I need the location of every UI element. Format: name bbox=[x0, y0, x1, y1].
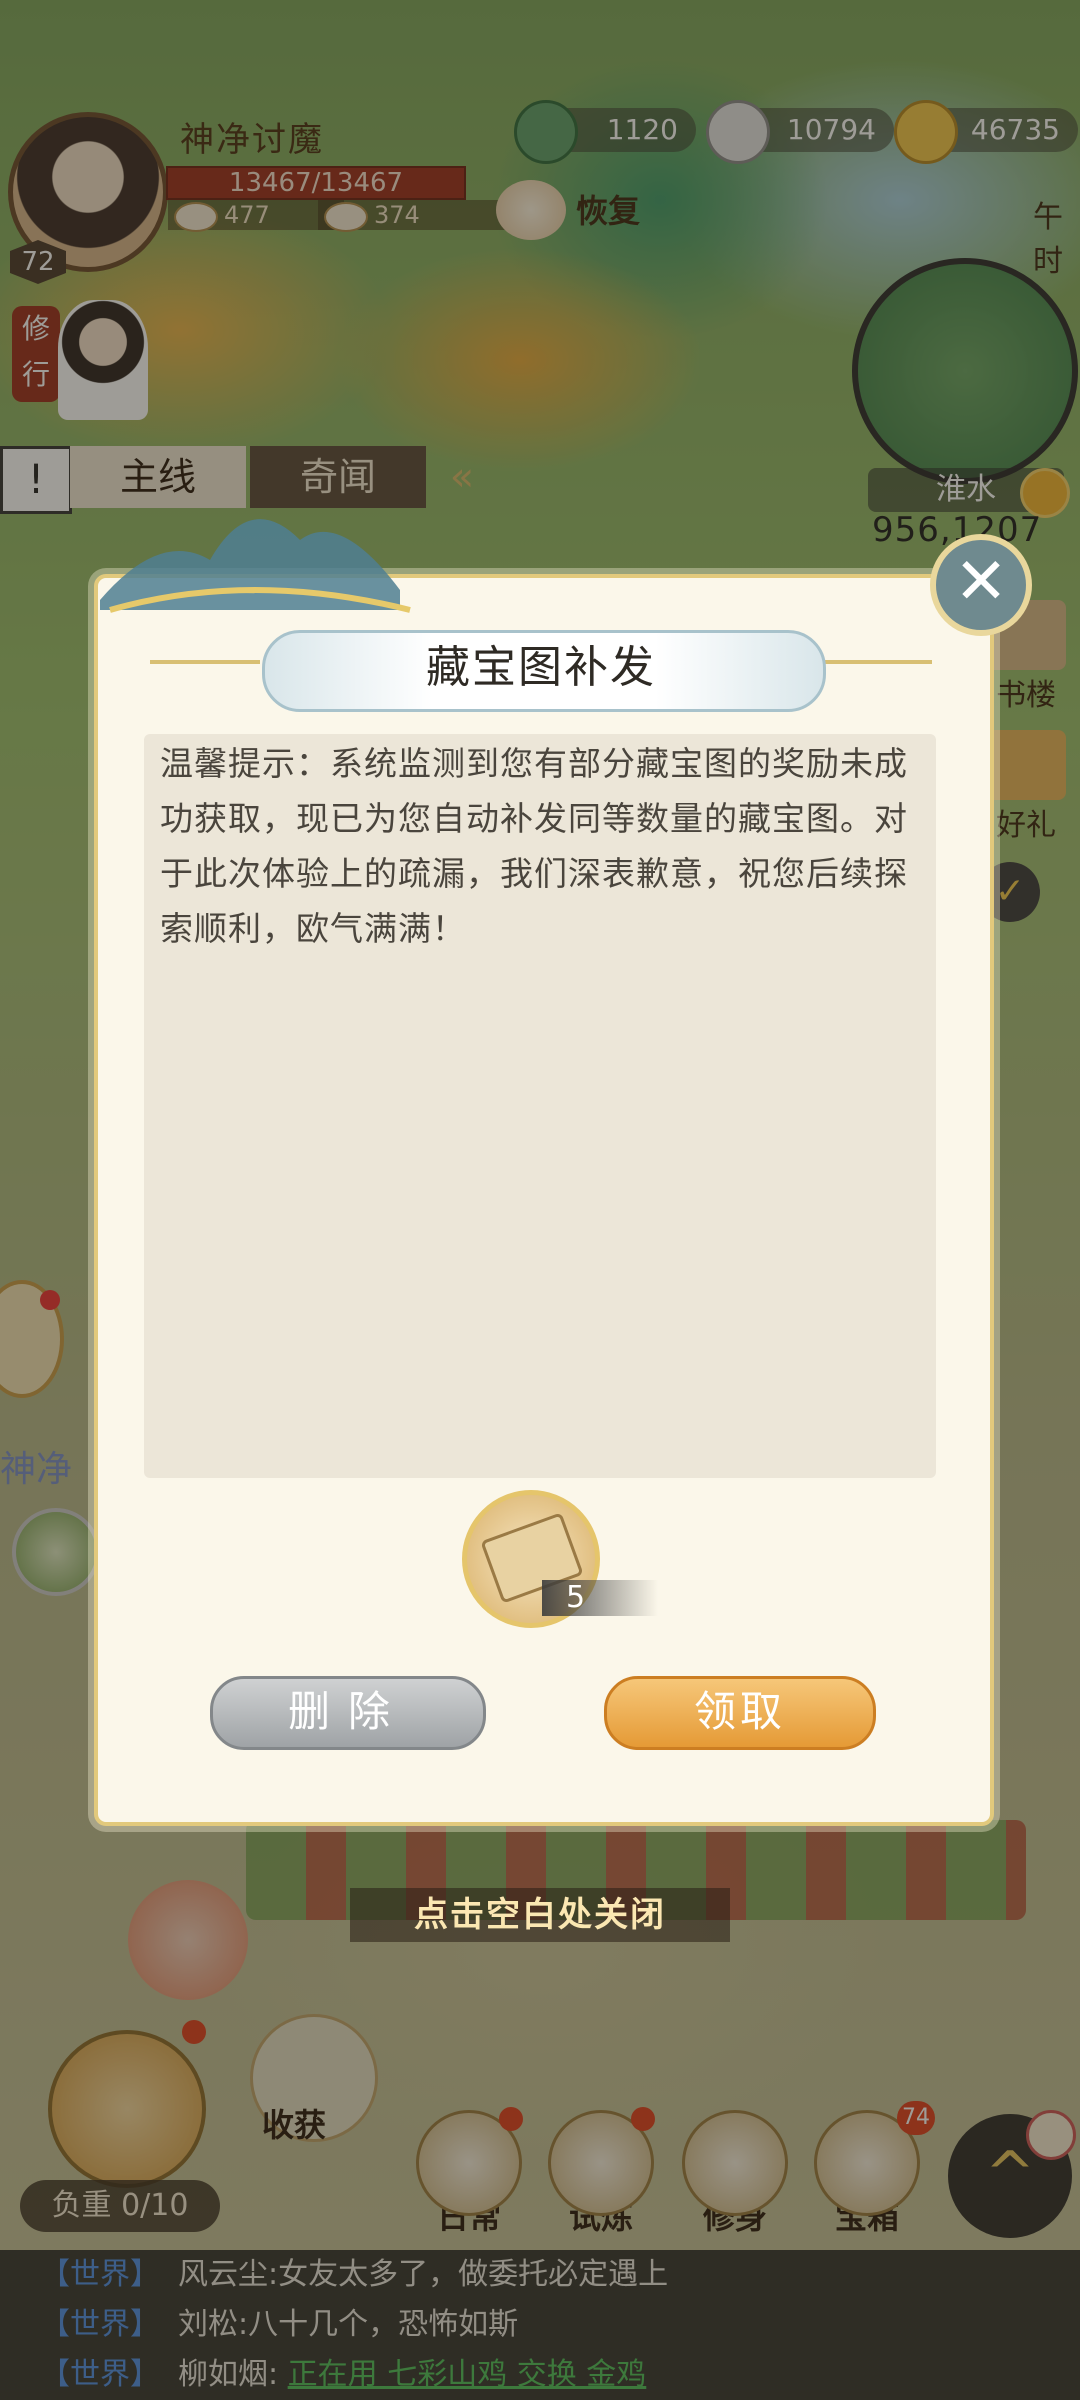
mountain-decoration-icon bbox=[100, 519, 411, 613]
title-ornament-left bbox=[150, 660, 260, 664]
title-ornament-right bbox=[822, 660, 932, 664]
reward-count: 5 bbox=[542, 1580, 658, 1616]
close-icon[interactable]: ✕ bbox=[930, 534, 1032, 636]
delete-button[interactable]: 删除 bbox=[210, 1676, 486, 1750]
close-hint: 点击空白处关闭 bbox=[350, 1888, 730, 1942]
claim-button[interactable]: 领取 bbox=[604, 1676, 876, 1750]
message-text: 温馨提示：系统监测到您有部分藏宝图的奖励未成功获取，现已为您自动补发同等数量的藏… bbox=[160, 744, 908, 948]
dialog-title: 藏宝图补发 bbox=[426, 642, 656, 693]
